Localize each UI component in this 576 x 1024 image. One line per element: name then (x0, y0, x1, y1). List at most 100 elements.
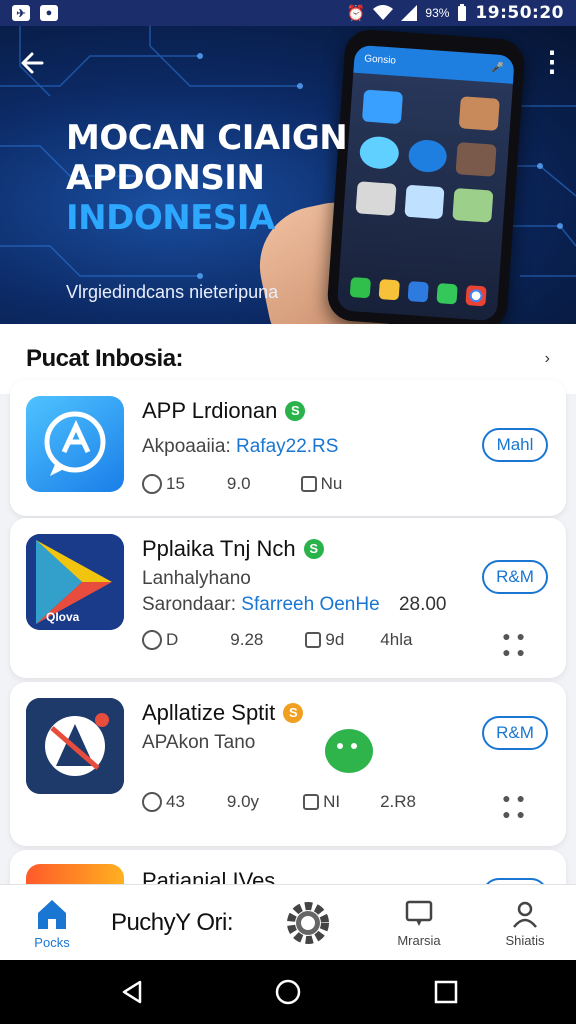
install-button[interactable]: Mahl (482, 428, 548, 462)
app-tile (452, 188, 494, 223)
stat-comments: D (142, 630, 178, 650)
app-tile (404, 184, 445, 220)
nav-settings[interactable] (282, 885, 334, 961)
stat-rating: 9.28 (230, 630, 263, 650)
bottom-navigation: Pocks PuchyY Ori: Mrarsia Shiatis (0, 884, 576, 960)
recents-icon[interactable] (432, 978, 460, 1006)
status-bar: ✈ ● ⏰ 93% 19:50:20 (0, 0, 576, 26)
nav-label: Shiatis (505, 932, 545, 948)
app-tile (361, 89, 403, 125)
app-chat-icon (26, 396, 124, 492)
gear-icon (287, 902, 329, 944)
app-tile (407, 138, 449, 174)
app-list-section: Pucat Inbosia: › APP Lrdionan S Akpoaaii… (0, 324, 576, 884)
verified-badge: S (283, 703, 304, 723)
home-circle-icon[interactable] (274, 978, 302, 1006)
app-tile (455, 142, 497, 177)
app-card[interactable]: Apllatize Sptit S APAkon Tano 43 9.0y NI… (10, 682, 566, 846)
chrome-icon (465, 285, 487, 307)
chat-notification-icon: ● (40, 5, 58, 21)
phone-screen: Gonsio 🎤 (336, 44, 515, 322)
signal-icon (401, 5, 418, 21)
chevron-icon[interactable]: › (545, 350, 550, 368)
mic-icon: 🎤 (491, 62, 505, 75)
stat-value: 9.0 (226, 474, 251, 493)
nav-profile[interactable]: Shiatis (490, 885, 560, 961)
comment-icon (142, 792, 162, 812)
app-name: Patianial IVes (142, 868, 276, 884)
app-name: Pplaika Tnj Nch (142, 536, 296, 561)
nav-label: Mrarsia (397, 932, 441, 948)
stat-value: 4hla (380, 630, 413, 649)
stat-size: NI (303, 792, 340, 812)
stat-value: 9.0y (226, 792, 260, 811)
app-detail-link[interactable]: Rafay22.RS (236, 436, 338, 457)
more-options-icon[interactable]: ⋮ (538, 48, 566, 78)
hero-title-line2: APDONSIN (66, 158, 265, 198)
back-arrow-icon[interactable] (18, 48, 52, 78)
wifi-icon (373, 5, 394, 20)
notification-icon: ✈ (12, 5, 30, 21)
app-detail-line: Sarondaar: Sfarreeh OenHe 28.00 (142, 594, 446, 616)
app-card[interactable]: Patianial IVes (10, 850, 566, 884)
app-stats: D 9.28 9d 4hla (142, 630, 412, 650)
nav-messages[interactable]: Mrarsia (384, 885, 454, 961)
comment-icon (142, 630, 162, 650)
phone-illustration: Gonsio 🎤 (326, 28, 526, 324)
stat-size: 9d (305, 630, 344, 650)
alarm-icon: ⏰ (346, 5, 366, 22)
storage-icon (300, 476, 317, 492)
app-tile (410, 93, 451, 128)
app-tile (459, 96, 500, 131)
stat-value: 2.R8 (380, 792, 416, 811)
back-icon[interactable] (118, 978, 146, 1006)
app-name: APP Lrdionan (142, 398, 278, 423)
system-navigation-bar (0, 960, 576, 1024)
stat-rating: 9.0y (227, 792, 259, 812)
app-detail-label: Akpoaaiia: (142, 436, 231, 457)
stat-comments: 43 (142, 792, 185, 812)
overflow-menu-icon[interactable]: ● ● ● ● (502, 628, 526, 660)
phone-dock (349, 277, 487, 307)
app-name: Apllatize Sptit (142, 700, 276, 725)
stat-size: Nu (300, 474, 342, 494)
install-button[interactable]: R&M (482, 560, 548, 594)
stat-value: 9d (325, 630, 345, 649)
overflow-menu-icon[interactable]: ● ● ● ● (502, 790, 526, 822)
app-detail-line: Akpoaaiia: Rafay22.RS (142, 436, 338, 458)
app-detail-link[interactable]: Sfarreeh OenHe (241, 594, 379, 615)
phone-header-title: Gonsio (363, 53, 397, 67)
app-icon (26, 864, 124, 884)
stat-value: NI (323, 792, 341, 811)
verified-badge: S (303, 539, 324, 559)
stat-value: 43 (166, 792, 185, 811)
stat-value: D (166, 630, 179, 649)
stat-value: 15 (166, 474, 185, 493)
app-stats: 43 9.0y NI 2.R8 (142, 792, 416, 812)
nav-label: PuchyY Ori: (110, 909, 234, 936)
hero-title: MOCAN CIAIGN APDONSIN INDONESIA (66, 118, 348, 238)
nav-label: Pocks (34, 934, 70, 950)
storage-icon (303, 794, 320, 810)
app-card[interactable]: APP Lrdionan S Akpoaaiia: Rafay22.RS 15 … (10, 380, 566, 516)
install-button[interactable]: R&M (482, 716, 548, 750)
battery-percent: 93% (425, 6, 450, 20)
app-detail-line: APAkon Tano (142, 732, 256, 753)
user-icon (513, 901, 537, 928)
verified-badge: S (285, 401, 306, 421)
stat-comments: 15 (142, 474, 185, 494)
app-detail-line: Lanhalyhano (142, 568, 251, 589)
section-title: Pucat Inbosia: (26, 345, 184, 372)
nav-second[interactable]: PuchyY Ori: (108, 885, 236, 961)
app-name-row: APP Lrdionan S (142, 398, 306, 424)
app-stats: 15 9.0 Nu (142, 474, 342, 494)
app-name-row: Pplaika Tnj Nch S (142, 536, 324, 562)
app-detail-number: 28.00 (398, 594, 447, 615)
comment-icon (142, 474, 162, 494)
app-card[interactable]: QIova Pplaika Tnj Nch S Lanhalyhano Saro… (10, 518, 566, 678)
stat-extra: 4hla (380, 630, 412, 650)
nav-home[interactable]: Pocks (22, 885, 82, 961)
app-detail-label: Sarondaar: (142, 594, 237, 615)
image-icon (305, 632, 322, 648)
dock-app-icon (436, 283, 458, 305)
